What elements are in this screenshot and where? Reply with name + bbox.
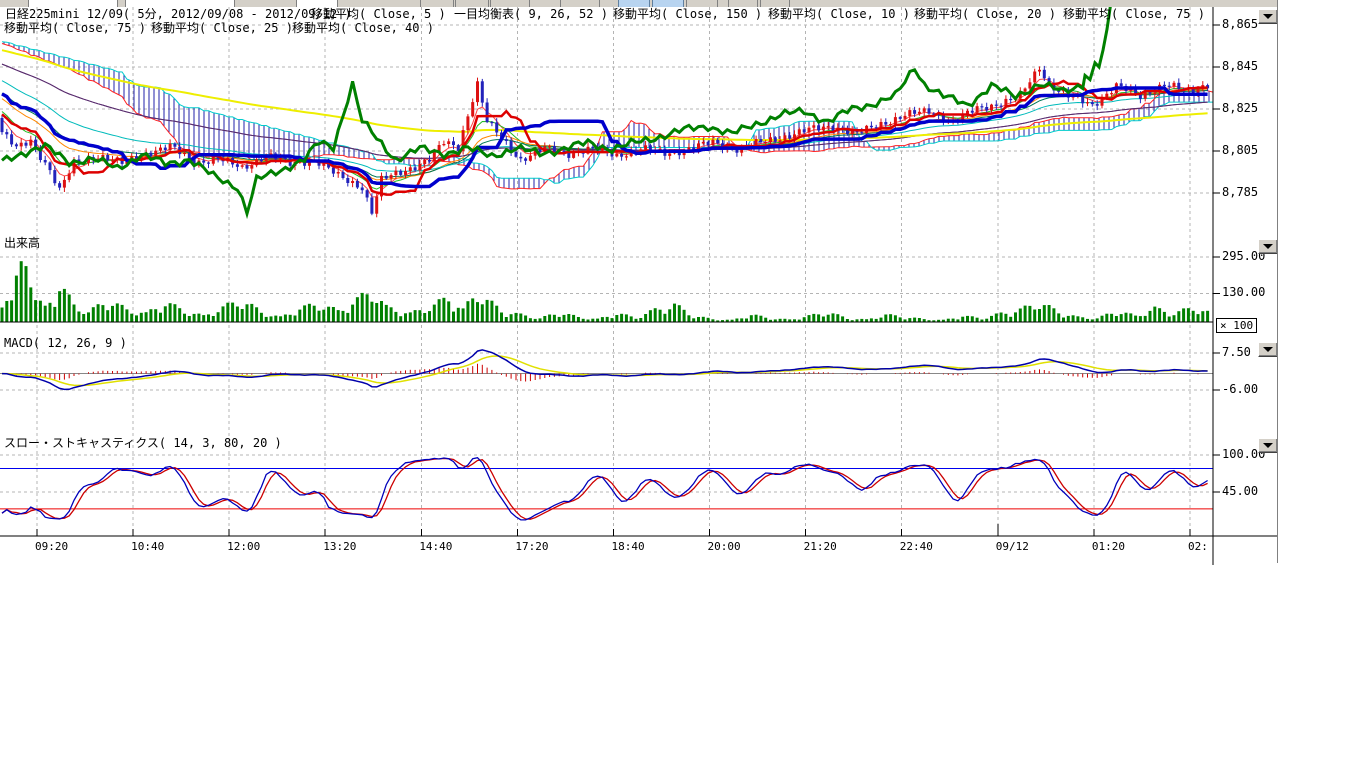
- indicator-label-ma40: 移動平均( Close, 40 ): [292, 22, 434, 35]
- macd-axis-label: 7.50: [1222, 346, 1251, 359]
- time-axis-label: 18:40: [611, 541, 644, 553]
- indicator-label-ma150: 移動平均( Close, 150 ): [613, 8, 762, 21]
- indicator-label-ma10: 移動平均( Close, 10 ): [768, 8, 910, 21]
- chart-region: 日経225mini 12/09( 5分, 2012/09/08 - 2012/0…: [0, 0, 1278, 566]
- time-axis-label: 12:00: [227, 541, 260, 553]
- toolbar-fragment: [686, 0, 718, 7]
- chevron-down-icon: [1263, 443, 1273, 448]
- indicator-label-ma5: 移動平均( Close, 5 ): [311, 8, 446, 21]
- macd-axis-label: -6.00: [1222, 383, 1258, 396]
- chevron-down-icon: [1263, 244, 1273, 249]
- time-axis-label: 14:40: [419, 541, 452, 553]
- time-axis-label: 02:: [1188, 541, 1208, 553]
- macd-panel-label: MACD( 12, 26, 9 ): [4, 337, 127, 350]
- price-pane-scale-dropdown-button[interactable]: [1258, 9, 1278, 24]
- toolbar-fragment: [652, 0, 684, 7]
- toolbar-fragment: [760, 0, 790, 7]
- volume-pane-scale-dropdown-button[interactable]: [1258, 239, 1278, 254]
- indicator-label-ma20: 移動平均( Close, 20 ): [914, 8, 1056, 21]
- price-axis-label: 8,805: [1222, 144, 1258, 157]
- toolbar-fragment: [28, 0, 118, 7]
- window-right-border: [1277, 0, 1278, 563]
- volume-multiplier-badge: × 100: [1216, 318, 1257, 333]
- time-axis-label: 21:20: [804, 541, 837, 553]
- indicator-label-ichimoku: 一目均衡表( 9, 26, 52 ): [454, 8, 608, 21]
- chart-title: 日経225mini 12/09( 5分, 2012/09/08 - 2012/0…: [5, 8, 352, 21]
- toolbar-fragment: [455, 0, 489, 7]
- volume-panel-label: 出来高: [4, 237, 40, 250]
- toolbar-fragment: [618, 0, 650, 7]
- chevron-down-icon: [1263, 347, 1273, 352]
- chart-application-window: 日経225mini 12/09( 5分, 2012/09/08 - 2012/0…: [0, 0, 1366, 768]
- chart-canvas: [0, 0, 1278, 566]
- stoch-pane-scale-dropdown-button[interactable]: [1258, 438, 1278, 453]
- toolbar-fragment: [560, 0, 600, 7]
- time-axis-label: 09:20: [35, 541, 68, 553]
- toolbar-strip: [0, 0, 1278, 7]
- time-axis-label: 22:40: [900, 541, 933, 553]
- toolbar-fragment: [728, 0, 758, 7]
- macd-pane-scale-dropdown-button[interactable]: [1258, 342, 1278, 357]
- volume-axis-label: 130.00: [1222, 286, 1265, 299]
- time-axis-label: 20:00: [708, 541, 741, 553]
- time-axis-label: 01:20: [1092, 541, 1125, 553]
- time-axis-label: 10:40: [131, 541, 164, 553]
- time-axis-label: 09/12: [996, 541, 1029, 553]
- toolbar-fragment: [125, 0, 235, 7]
- time-axis-label: 17:20: [515, 541, 548, 553]
- indicator-label-ma25: 移動平均( Close, 25 ): [151, 22, 293, 35]
- price-axis-label: 8,845: [1222, 60, 1258, 73]
- toolbar-fragment: [420, 0, 454, 7]
- indicator-label-ma75: 移動平均( Close, 75 ): [1063, 8, 1205, 21]
- indicator-label-ma75b: 移動平均( Close, 75 ): [4, 22, 146, 35]
- stoch-axis-label: 45.00: [1222, 485, 1258, 498]
- chevron-down-icon: [1263, 14, 1273, 19]
- stoch-panel-label: スロー・ストキャスティクス( 14, 3, 80, 20 ): [4, 437, 282, 450]
- price-axis-label: 8,865: [1222, 18, 1258, 31]
- toolbar-fragment: [490, 0, 530, 7]
- toolbar-fragment: [296, 0, 338, 7]
- time-axis-label: 13:20: [323, 541, 356, 553]
- price-axis-label: 8,785: [1222, 186, 1258, 199]
- price-axis-label: 8,825: [1222, 102, 1258, 115]
